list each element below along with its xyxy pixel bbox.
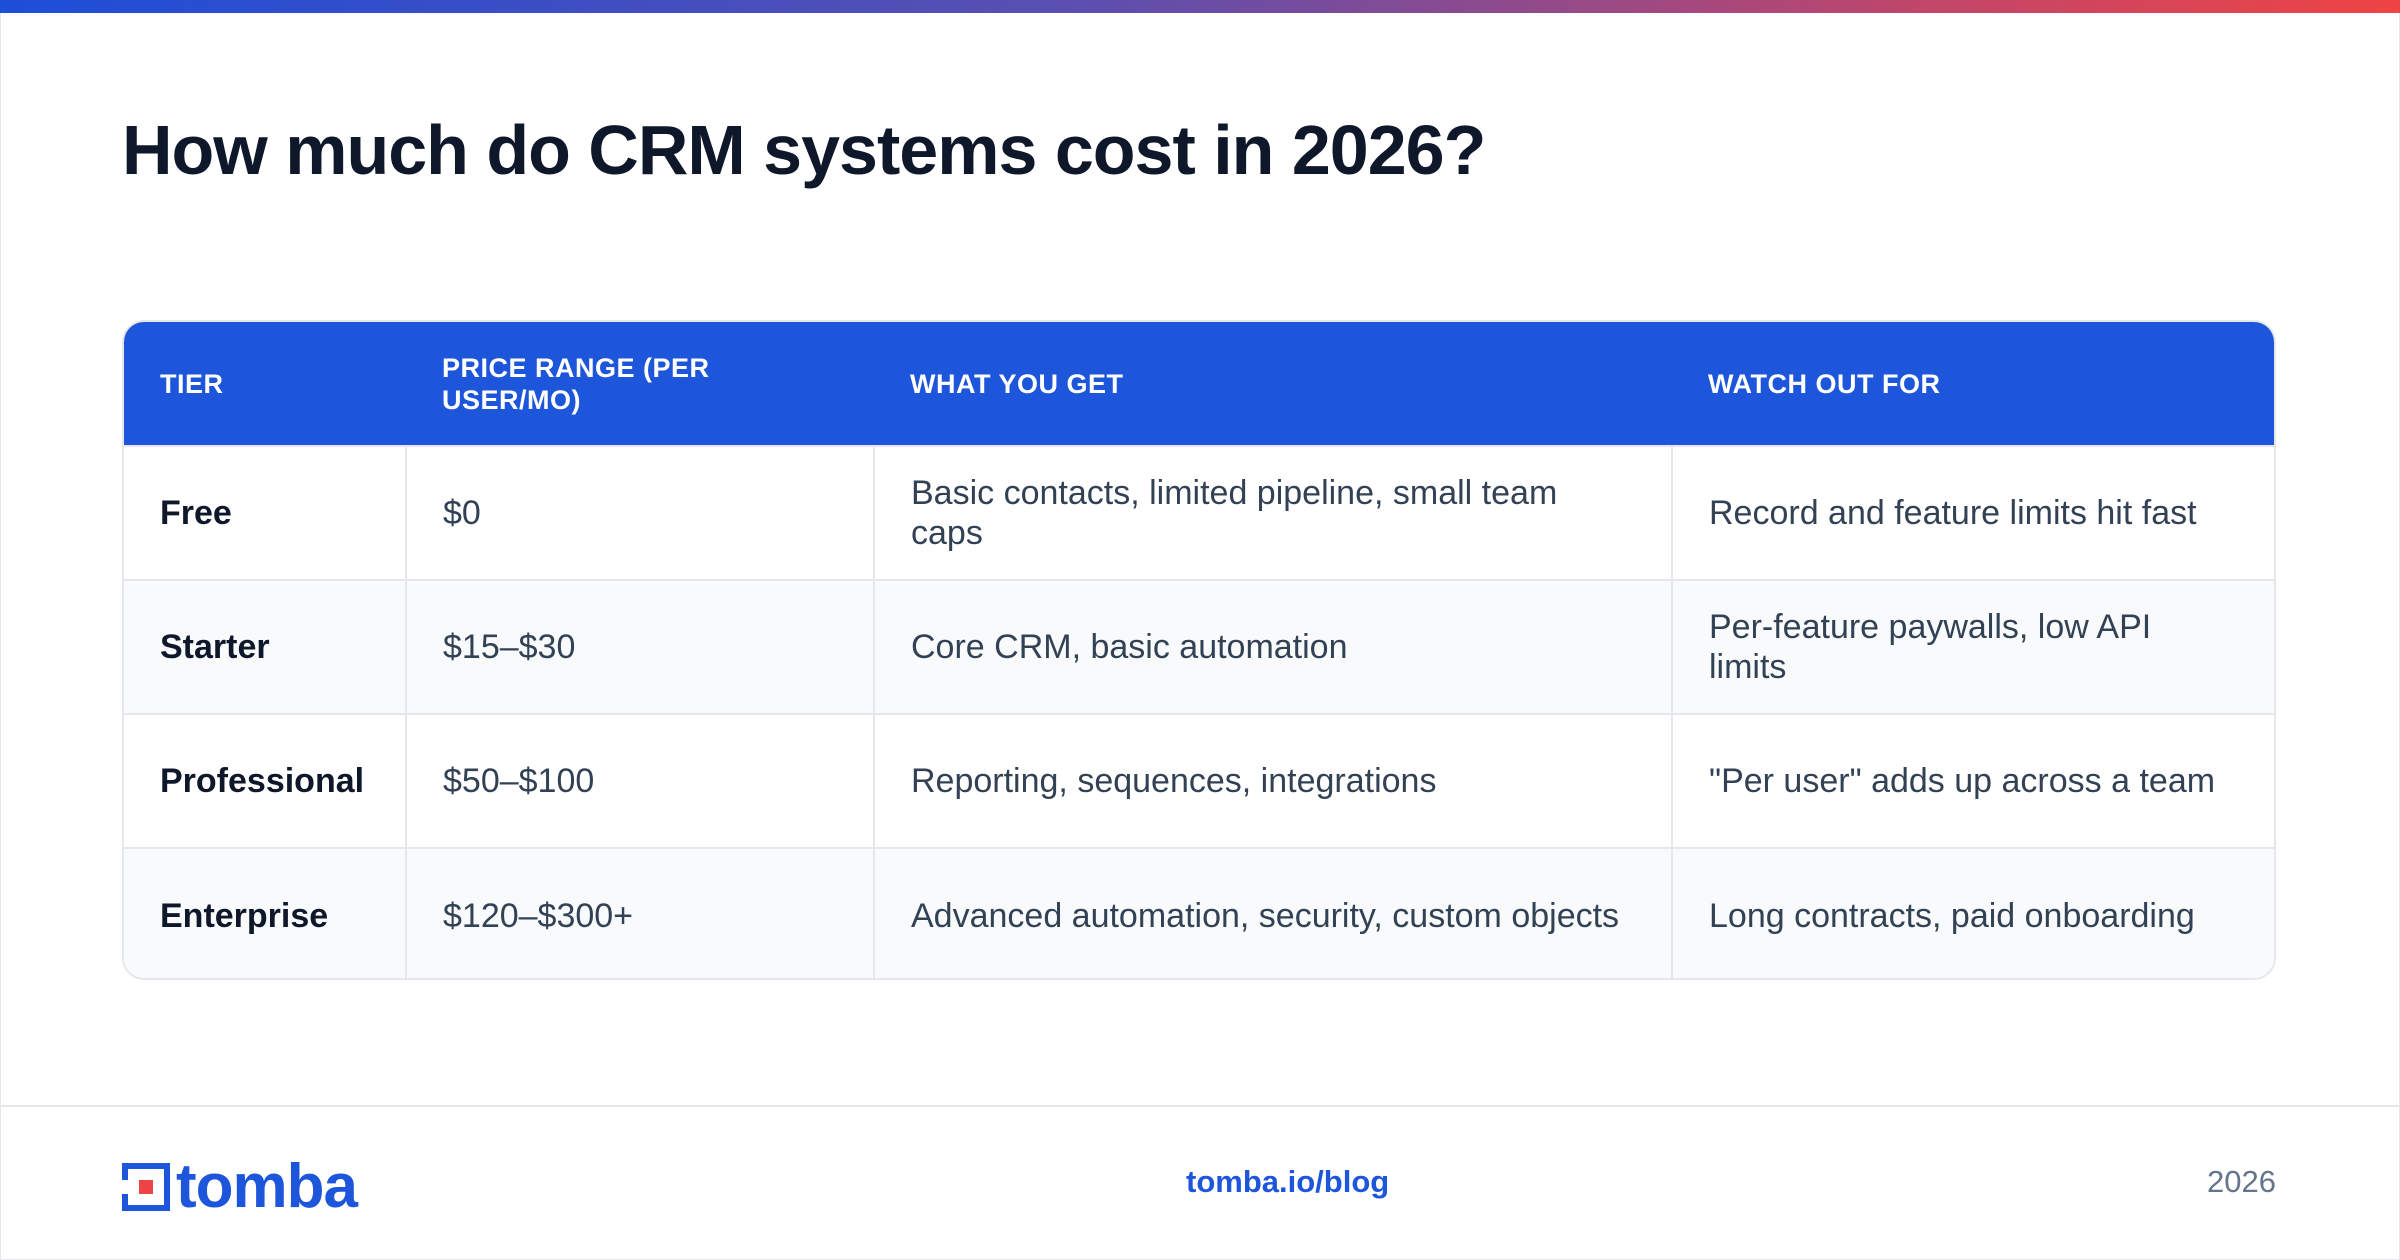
cell-watch-out-for: Long contracts, paid onboarding — [1671, 847, 2274, 978]
header-price-range: PRICE RANGE (PER USER/MO) — [442, 352, 710, 415]
header-watch-out-for: WATCH OUT FOR — [1708, 368, 1941, 399]
header-tier: TIER — [160, 368, 224, 399]
cell-watch-out-for: Per-feature paywalls, low API limits — [1671, 579, 2274, 714]
table-row-enterprise: Enterprise $120–$300+ Advanced automatio… — [124, 847, 2274, 978]
table-row-starter: Starter $15–$30 Core CRM, basic automati… — [124, 579, 2274, 714]
footer-divider — [0, 1105, 2400, 1107]
blog-link[interactable]: tomba.io/blog — [1186, 1164, 1389, 1200]
footer-year: 2026 — [2207, 1164, 2276, 1199]
cell-tier: Free — [124, 445, 406, 580]
table-row-free: Free $0 Basic contacts, limited pipeline… — [124, 445, 2274, 580]
cell-what-you-get: Advanced automation, security, custom ob… — [873, 847, 1672, 978]
cell-price: $120–$300+ — [405, 847, 874, 978]
cell-watch-out-for: "Per user" adds up across a team — [1671, 713, 2274, 848]
tomba-logo[interactable]: tomba — [122, 1152, 358, 1221]
logo-wordmark: tomba — [176, 1152, 358, 1221]
cell-price: $15–$30 — [405, 579, 874, 714]
cell-watch-out-for: Record and feature limits hit fast — [1671, 445, 2274, 580]
pricing-table-card: TIER PRICE RANGE (PER USER/MO) WHAT YOU … — [122, 320, 2276, 980]
table-header-row: TIER PRICE RANGE (PER USER/MO) WHAT YOU … — [124, 322, 2274, 446]
cell-price: $50–$100 — [405, 713, 874, 848]
header-what-you-get: WHAT YOU GET — [910, 368, 1124, 399]
cell-what-you-get: Reporting, sequences, integrations — [873, 713, 1672, 848]
cell-tier: Professional — [124, 713, 406, 848]
cell-what-you-get: Basic contacts, limited pipeline, small … — [873, 445, 1672, 580]
cell-price: $0 — [405, 445, 874, 580]
cell-tier: Starter — [124, 579, 406, 714]
cell-what-you-get: Core CRM, basic automation — [873, 579, 1672, 714]
page-title: How much do CRM systems cost in 2026? — [122, 111, 1486, 189]
tomba-logo-mark-icon — [122, 1163, 170, 1211]
top-gradient-bar — [0, 0, 2400, 13]
table-row-professional: Professional $50–$100 Reporting, sequenc… — [124, 713, 2274, 848]
cell-tier: Enterprise — [124, 847, 406, 978]
pricing-table: TIER PRICE RANGE (PER USER/MO) WHAT YOU … — [124, 322, 2274, 978]
